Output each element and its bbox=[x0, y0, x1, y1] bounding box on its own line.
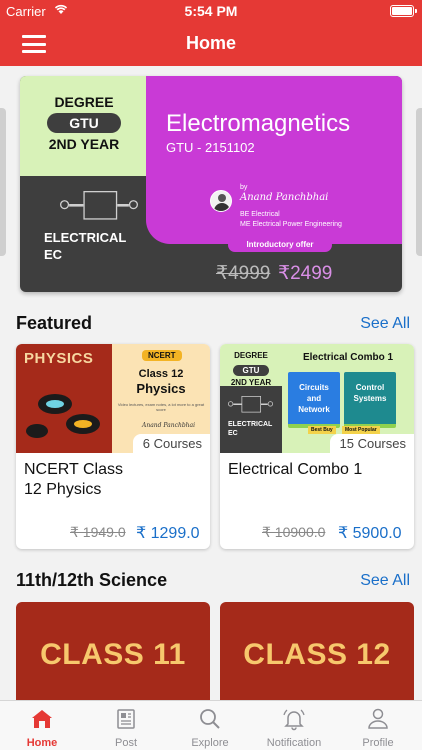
featured-heading: Featured bbox=[16, 313, 93, 333]
class-11-tile[interactable]: CLASS 11 bbox=[16, 602, 210, 712]
original-price: ₹ 1949.0 bbox=[70, 524, 126, 540]
branch-label: ELECTRICAL EC bbox=[44, 230, 127, 262]
class-12-label: CLASS 12 bbox=[243, 638, 391, 671]
by-label: by bbox=[240, 184, 248, 191]
tab-label: Notification bbox=[266, 737, 322, 749]
offer-price: ₹2499 bbox=[278, 263, 333, 284]
status-bar: Carrier 5:54 PM bbox=[0, 0, 422, 22]
search-icon bbox=[198, 707, 222, 731]
tab-notification[interactable]: Notification bbox=[252, 701, 336, 750]
class-11-label: CLASS 11 bbox=[40, 638, 186, 671]
course-card-electrical-combo[interactable]: DEGREE GTU 2ND YEAR ELECTRICAL EC Electr… bbox=[220, 344, 414, 549]
person-icon bbox=[366, 707, 390, 731]
tab-explore[interactable]: Explore bbox=[168, 701, 252, 750]
home-icon bbox=[30, 707, 54, 731]
author-name: Anand Panchbhai bbox=[240, 192, 329, 203]
tab-label: Home bbox=[26, 737, 58, 749]
science-see-all-link[interactable]: See All bbox=[360, 572, 410, 590]
class-12-tile[interactable]: CLASS 12 bbox=[220, 602, 414, 712]
sale-price: ₹ 1299.0 bbox=[136, 525, 200, 542]
newspaper-icon bbox=[114, 707, 138, 731]
course-info-panel: Electromagnetics GTU - 2151102 by Anand … bbox=[146, 76, 402, 244]
navigation-bar: Home bbox=[0, 22, 422, 66]
featured-see-all-link[interactable]: See All bbox=[360, 315, 410, 333]
degree-badge: DEGREE GTU 2ND YEAR bbox=[20, 76, 148, 176]
carousel-previous-peek[interactable] bbox=[0, 108, 6, 256]
author-credentials: BE Electrical ME Electrical Power Engine… bbox=[240, 211, 342, 228]
degree-label: DEGREE bbox=[54, 94, 114, 110]
book-circuits-and-network: Circuits and Network bbox=[288, 372, 340, 428]
clock: 5:54 PM bbox=[184, 3, 238, 19]
tab-label: Explore bbox=[191, 737, 229, 749]
university-pill: GTU bbox=[47, 113, 121, 133]
sale-price: ₹ 5900.0 bbox=[338, 525, 402, 542]
page-title: Home bbox=[185, 33, 236, 53]
course-count-badge: 6 Courses bbox=[132, 434, 210, 453]
battery-icon bbox=[390, 5, 417, 17]
book-control-systems: Control Systems bbox=[344, 372, 396, 428]
circuit-icon bbox=[228, 396, 273, 413]
author-avatar bbox=[210, 190, 232, 212]
original-price: ₹ 10900.0 bbox=[262, 524, 326, 540]
bell-icon bbox=[282, 707, 306, 731]
original-price: ₹4999 bbox=[216, 263, 271, 284]
promo-banner[interactable]: DEGREE GTU 2ND YEAR ELECTRICAL EC Electr… bbox=[20, 76, 402, 292]
course-name: Electrical Combo 1 bbox=[228, 461, 363, 478]
tab-bar: Home Post Explore Notification Profile bbox=[0, 700, 422, 750]
course-code: GTU - 2151102 bbox=[166, 140, 255, 155]
tab-label: Profile bbox=[362, 737, 394, 749]
tab-home[interactable]: Home bbox=[0, 701, 84, 750]
year-label: 2ND YEAR bbox=[48, 136, 120, 152]
course-title: Electromagnetics bbox=[166, 110, 351, 137]
science-heading: 11th/12th Science bbox=[16, 570, 168, 590]
tab-profile[interactable]: Profile bbox=[336, 701, 420, 750]
course-card-ncert-physics[interactable]: PHYSICS NCERT Class 12 Physics Video lec… bbox=[16, 344, 210, 549]
course-count-badge: 15 Courses bbox=[329, 434, 414, 453]
carousel-next-peek[interactable] bbox=[416, 108, 422, 256]
course-name: NCERT Class 12 Physics bbox=[24, 461, 123, 498]
offer-badge: Introductory offer bbox=[228, 238, 332, 252]
circuit-icon bbox=[60, 191, 138, 220]
tab-label: Post bbox=[114, 737, 137, 749]
tab-post[interactable]: Post bbox=[84, 701, 168, 750]
